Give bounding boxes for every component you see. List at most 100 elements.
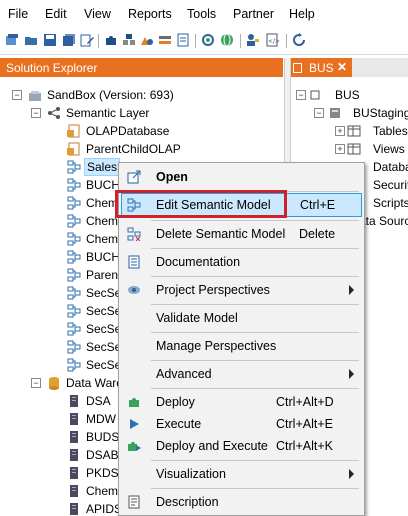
tree-node-label: ata Source xyxy=(359,214,408,228)
menu-item-advanced[interactable]: Advanced xyxy=(121,362,362,386)
menu-item-label: Manage Perspectives xyxy=(156,339,277,353)
network-icon[interactable] xyxy=(201,33,215,47)
collapse-icon[interactable]: − xyxy=(296,90,306,100)
tree-node-bus[interactable]: − BUS xyxy=(290,86,408,104)
description-icon xyxy=(128,495,140,509)
tree-node-label: SecSe xyxy=(86,286,122,300)
data-warehouse-icon xyxy=(49,377,59,390)
menu-item-deploy-and-execute[interactable]: Deploy and Execute Ctrl+Alt+K xyxy=(121,434,362,458)
sandbox-icon xyxy=(29,91,41,101)
menu-separator xyxy=(151,332,359,333)
semantic-model-icon xyxy=(67,196,81,210)
tree-node-label: SecSe xyxy=(86,340,122,354)
menu-item-label: Deploy xyxy=(156,395,195,409)
new-project-icon[interactable] xyxy=(5,33,19,47)
menu-item-visualization[interactable]: Visualization xyxy=(121,462,362,486)
submenu-arrow-icon xyxy=(349,285,354,295)
pin-icon[interactable] xyxy=(293,63,302,73)
tree-node-label: SecSe xyxy=(86,304,122,318)
save-all-icon[interactable] xyxy=(62,33,76,47)
menu-item-deploy[interactable]: Deploy Ctrl+Alt+D xyxy=(121,390,362,414)
tree-node-label: SecSe xyxy=(86,358,122,372)
menu-tools[interactable]: Tools xyxy=(187,7,216,21)
menu-separator xyxy=(151,488,359,489)
menu-item-open[interactable]: Open xyxy=(121,165,362,189)
menu-separator xyxy=(151,248,359,249)
menu-help[interactable]: Help xyxy=(289,7,315,21)
tree-node-label: Views xyxy=(373,142,405,156)
collapse-icon[interactable]: − xyxy=(31,378,41,388)
expand-icon[interactable]: + xyxy=(335,126,345,136)
menu-separator xyxy=(151,276,359,277)
svg-text:</>: </> xyxy=(268,38,279,45)
semantic-model-icon xyxy=(67,250,81,264)
tab-bus-label: BUS xyxy=(309,61,334,75)
menu-reports[interactable]: Reports xyxy=(128,7,172,21)
view-icon xyxy=(347,143,361,155)
olap-database-icon xyxy=(67,142,80,156)
expand-icon[interactable]: + xyxy=(335,144,345,154)
delete-model-icon xyxy=(127,227,141,241)
menu-item-delete-semantic-model[interactable]: Delete Semantic Model Delete xyxy=(121,222,362,246)
document-icon[interactable] xyxy=(176,33,190,47)
user-key-icon[interactable] xyxy=(246,33,260,47)
tab-bus[interactable]: BUS ✕ xyxy=(290,58,352,77)
square-icon xyxy=(310,90,320,100)
tree-node-label: Tables xyxy=(373,124,408,138)
tree-node-label: BUS xyxy=(335,88,360,102)
menu-separator xyxy=(151,460,359,461)
edit-icon[interactable] xyxy=(80,33,94,47)
collapse-icon[interactable]: − xyxy=(31,108,41,118)
puzzle-icon[interactable] xyxy=(104,33,118,47)
solution-explorer-header: Solution Explorer xyxy=(0,58,283,77)
submenu-arrow-icon xyxy=(349,369,354,379)
tree-node-parentchildolap[interactable]: ParentChildOLAP xyxy=(0,140,283,158)
database-icon xyxy=(330,108,340,118)
refresh-icon[interactable] xyxy=(292,33,306,47)
menu-separator xyxy=(151,304,359,305)
perspectives-icon xyxy=(128,286,140,294)
menu-item-manage-perspectives[interactable]: Manage Perspectives xyxy=(121,334,362,358)
tree-node-tables[interactable]: + Tables xyxy=(290,122,408,140)
bus-panel-header: BUS ✕ xyxy=(290,58,408,77)
data-source-icon xyxy=(70,413,78,425)
menu-file[interactable]: File xyxy=(8,7,28,21)
code-file-icon[interactable]: </> xyxy=(265,33,279,47)
collapse-icon[interactable]: − xyxy=(314,108,324,118)
semantic-model-icon xyxy=(67,358,81,372)
menu-edit[interactable]: Edit xyxy=(45,7,67,21)
menu-item-label: Deploy and Execute xyxy=(156,439,268,453)
menu-item-description[interactable]: Description xyxy=(121,490,362,514)
triangle-circle-icon[interactable] xyxy=(140,33,154,47)
menu-item-label: Validate Model xyxy=(156,311,238,325)
menu-item-execute[interactable]: Execute Ctrl+Alt+E xyxy=(121,412,362,436)
menu-item-project-perspectives[interactable]: Project Perspectives xyxy=(121,278,362,302)
tree-node-label: Security xyxy=(373,178,408,192)
tree-node-olapdatabase[interactable]: OLAPDatabase xyxy=(0,122,283,140)
open-folder-icon[interactable] xyxy=(24,33,38,47)
tree-node-label: SecSe xyxy=(86,322,122,336)
tree-node-label: Semantic Layer xyxy=(66,106,150,120)
tree-node-bustaging[interactable]: − BUStaging xyxy=(290,104,408,122)
menu-item-shortcut: Ctrl+Alt+E xyxy=(276,417,333,431)
tree-node-label: MDW xyxy=(86,412,116,426)
tree-node-label: Scripts xyxy=(373,196,408,210)
globe-icon[interactable] xyxy=(220,33,234,47)
tree-node-views[interactable]: + Views xyxy=(290,140,408,158)
deploy-icon xyxy=(129,398,139,407)
menu-item-documentation[interactable]: Documentation xyxy=(121,250,362,274)
menu-item-validate-model[interactable]: Validate Model xyxy=(121,306,362,330)
shapes-icon[interactable] xyxy=(122,33,136,47)
menu-separator xyxy=(151,220,359,221)
tree-node-sandbox[interactable]: − SandBox (Version: 693) xyxy=(0,86,283,104)
menu-partner[interactable]: Partner xyxy=(233,7,274,21)
tree-node-label: SandBox (Version: 693) xyxy=(47,88,174,102)
close-icon[interactable]: ✕ xyxy=(337,60,347,74)
menu-view[interactable]: View xyxy=(84,7,111,21)
menu-separator xyxy=(151,360,359,361)
save-icon[interactable] xyxy=(43,33,57,47)
collapse-icon[interactable]: − xyxy=(12,90,22,100)
tree-node-label: Data Ware xyxy=(66,376,123,390)
tree-node-semantic-layer[interactable]: − Semantic Layer xyxy=(0,104,283,122)
stack-icon[interactable] xyxy=(158,33,172,47)
